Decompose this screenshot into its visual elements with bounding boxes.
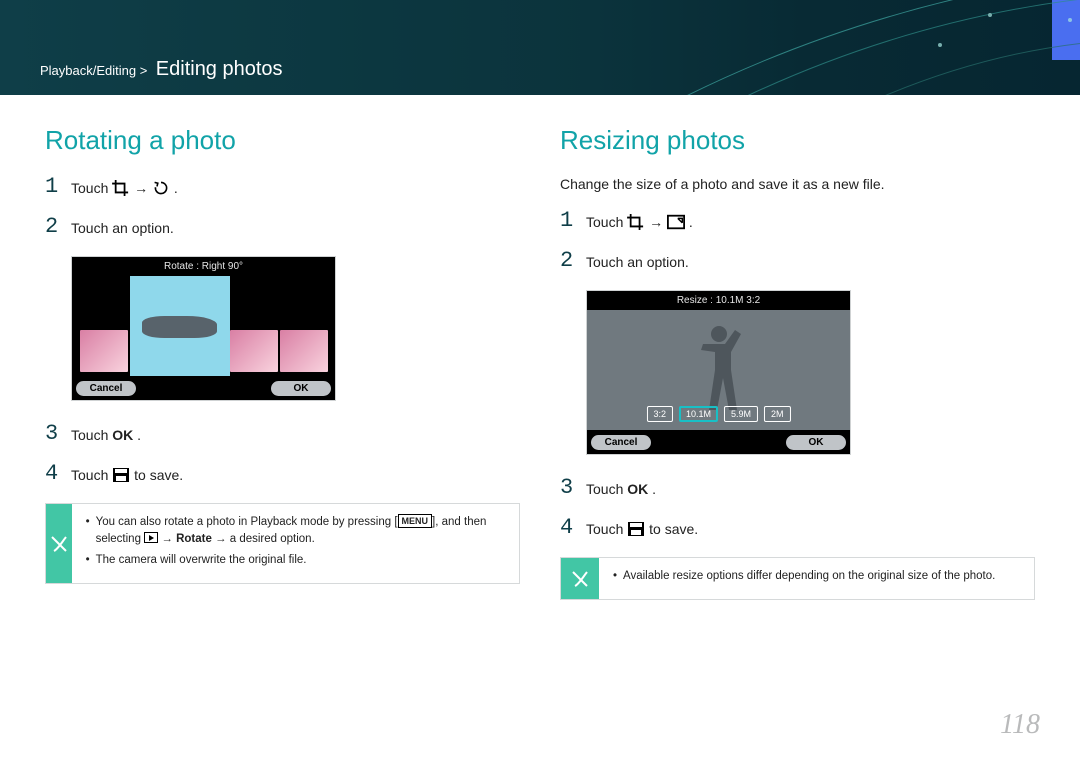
tip-line-2: The camera will overwrite the original f…: [86, 552, 505, 569]
resize-s3-ok: OK: [627, 481, 648, 497]
arrow: →: [649, 214, 667, 230]
resize-icon: [667, 214, 685, 230]
resize-options: 3:2 10.1M 5.9M 2M: [646, 406, 790, 422]
arrow: →: [134, 180, 152, 196]
rotate-shot-caption: Rotate : Right 90°: [72, 257, 335, 276]
save-icon: [112, 467, 130, 483]
child-silhouette: [684, 318, 754, 418]
resize-step-2: 2 Touch an option.: [560, 250, 1035, 272]
breadcrumb: Playback/Editing >: [40, 63, 147, 78]
resize-s1-post: .: [689, 214, 693, 230]
tip-line-1: You can also rotate a photo in Playback …: [86, 514, 505, 548]
step-number: 1: [560, 210, 586, 232]
step-number: 3: [560, 477, 586, 499]
step4-pre: Touch: [71, 467, 112, 483]
section-rotating: Rotating a photo 1 Touch → . 2 Touch an …: [45, 125, 520, 600]
page-header: Playback/Editing > Editing photos: [0, 0, 1080, 95]
step3-post: .: [137, 427, 141, 443]
step-number: 1: [45, 176, 71, 198]
heading-rotating: Rotating a photo: [45, 125, 520, 156]
header-decoration: [640, 0, 1080, 95]
resize-ok-button[interactable]: OK: [786, 435, 846, 450]
step2-text: Touch an option.: [71, 216, 174, 238]
step1-text-pre: Touch: [71, 180, 112, 196]
crop-icon: [627, 214, 645, 230]
resize-tip-text: Available resize options differ dependin…: [613, 568, 995, 585]
page-number: 118: [1000, 709, 1040, 741]
step-number: 4: [560, 517, 586, 539]
rotate-ok-button[interactable]: OK: [271, 381, 331, 396]
rotate-screenshot: Rotate : Right 90° Cancel OK: [71, 256, 336, 401]
resize-opt-10-1m[interactable]: 10.1M: [679, 406, 718, 422]
resize-s3-post: .: [652, 481, 656, 497]
tip-icon: [46, 504, 72, 583]
heading-resizing: Resizing photos: [560, 125, 1035, 156]
menu-chip-icon: MENU: [398, 514, 433, 528]
playback-chip-icon: [144, 532, 158, 543]
resize-opt-2m[interactable]: 2M: [764, 406, 791, 422]
step1-text-post: .: [174, 180, 178, 196]
resize-cancel-button[interactable]: Cancel: [591, 435, 651, 450]
step-number: 3: [45, 423, 71, 445]
resize-step-1: 1 Touch → .: [560, 210, 1035, 232]
step3-pre: Touch: [71, 427, 112, 443]
resize-screenshot: Resize : 10.1M 3:2 3:2 10.1M 5.9M 2M Can…: [586, 290, 851, 455]
rotate-cancel-button[interactable]: Cancel: [76, 381, 136, 396]
resize-step-3: 3 Touch OK .: [560, 477, 1035, 499]
crop-icon: [112, 180, 130, 196]
resize-s2: Touch an option.: [586, 250, 689, 272]
resize-tip: Available resize options differ dependin…: [560, 557, 1035, 600]
step-number: 2: [45, 216, 71, 238]
step4-post: to save.: [134, 467, 183, 483]
resize-shot-caption: Resize : 10.1M 3:2: [587, 291, 850, 310]
resize-opt-3-2[interactable]: 3:2: [646, 406, 673, 422]
tip-icon: [561, 558, 599, 599]
rotate-step-3: 3 Touch OK .: [45, 423, 520, 445]
resize-intro: Change the size of a photo and save it a…: [560, 176, 1035, 192]
resize-step-4: 4 Touch to save.: [560, 517, 1035, 539]
resize-opt-5-9m[interactable]: 5.9M: [724, 406, 758, 422]
resize-s1-pre: Touch: [586, 214, 627, 230]
rotate-tip: You can also rotate a photo in Playback …: [45, 503, 520, 584]
resize-s4-post: to save.: [649, 521, 698, 537]
rotate-step-2: 2 Touch an option.: [45, 216, 520, 238]
rotate-step-1: 1 Touch → .: [45, 176, 520, 198]
step-number: 4: [45, 463, 71, 485]
resize-s4-pre: Touch: [586, 521, 627, 537]
resize-s3-pre: Touch: [586, 481, 627, 497]
step3-ok: OK: [112, 427, 133, 443]
step-number: 2: [560, 250, 586, 272]
rotate-step-4: 4 Touch to save.: [45, 463, 520, 485]
save-icon: [627, 521, 645, 537]
page-title: Editing photos: [156, 58, 283, 80]
section-resizing: Resizing photos Change the size of a pho…: [560, 125, 1035, 600]
rotate-icon: [152, 180, 170, 196]
